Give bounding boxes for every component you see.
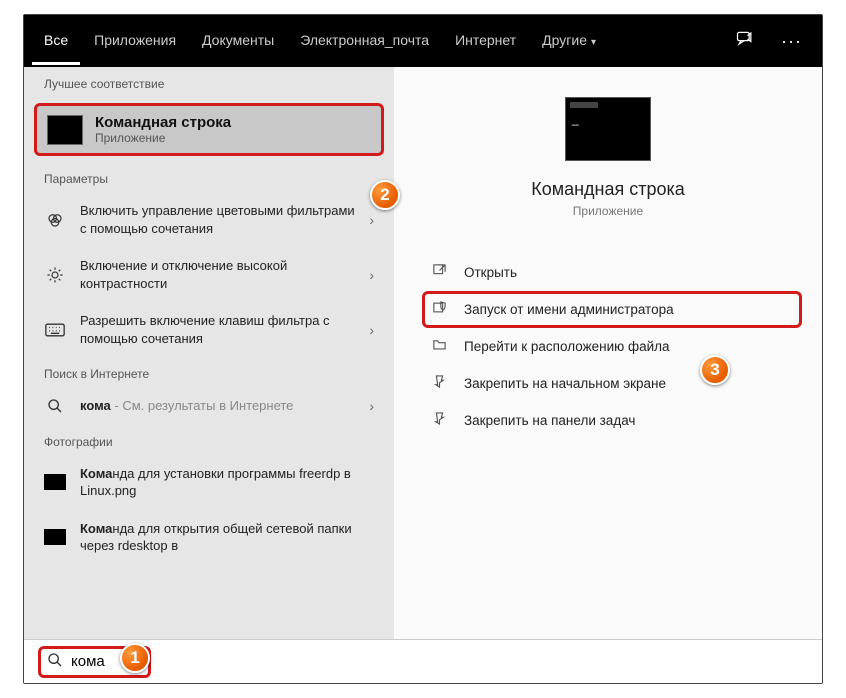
cmd-large-icon (565, 97, 651, 161)
setting-label: Включить управление цветовыми фильтрами … (80, 202, 355, 237)
best-match-subtitle: Приложение (95, 131, 231, 145)
annotation-badge-1: 1 (120, 643, 150, 673)
setting-label: Разрешить включение клавиш фильтра с пом… (80, 312, 355, 347)
section-settings: Параметры (24, 162, 394, 192)
chevron-right-icon: › (369, 212, 374, 228)
chevron-right-icon: › (369, 398, 374, 414)
image-thumb-icon (44, 474, 66, 490)
chevron-right-icon: › (369, 267, 374, 283)
web-search-label: кома - См. результаты в Интернете (80, 397, 355, 415)
chevron-right-icon: › (369, 322, 374, 338)
setting-label: Включение и отключение высокой контрастн… (80, 257, 355, 292)
best-match-cmd[interactable]: Командная строка Приложение (34, 103, 384, 156)
search-icon (47, 652, 63, 672)
tab-internet[interactable]: Интернет (443, 18, 528, 65)
brightness-icon (44, 266, 66, 284)
tab-email[interactable]: Электронная_почта (288, 18, 441, 65)
preview-title: Командная строка (531, 179, 685, 200)
pin-start-icon (430, 374, 448, 393)
open-icon (430, 263, 448, 282)
action-label: Открыть (464, 265, 517, 280)
more-icon[interactable]: ··· (769, 31, 814, 52)
section-photos: Фотографии (24, 425, 394, 455)
annotation-badge-2: 2 (370, 180, 400, 210)
pin-taskbar-icon (430, 411, 448, 430)
cmd-icon (47, 115, 83, 145)
setting-filter-keys[interactable]: Разрешить включение клавиш фильтра с пом… (24, 302, 394, 357)
action-label: Запуск от имени администратора (464, 302, 674, 317)
feedback-icon[interactable] (723, 29, 767, 54)
action-label: Перейти к расположению файла (464, 339, 670, 354)
action-pin-start[interactable]: Закрепить на начальном экране (422, 365, 802, 402)
search-window: Все Приложения Документы Электронная_поч… (23, 14, 823, 684)
admin-shield-icon (430, 300, 448, 319)
results-panel: Лучшее соответствие Командная строка При… (24, 67, 394, 639)
category-tabs: Все Приложения Документы Электронная_поч… (24, 15, 822, 67)
action-pin-taskbar[interactable]: Закрепить на панели задач (422, 402, 802, 439)
color-filter-icon (44, 211, 66, 229)
tab-docs[interactable]: Документы (190, 18, 286, 65)
section-web: Поиск в Интернете (24, 357, 394, 387)
folder-icon (430, 337, 448, 356)
photo-label: Команда для открытия общей сетевой папки… (80, 520, 374, 555)
image-thumb-icon (44, 529, 66, 545)
preview-panel: Командная строка Приложение Открыть Запу… (394, 67, 822, 639)
photo-label: Команда для установки программы freerdp … (80, 465, 374, 500)
action-run-as-admin[interactable]: Запуск от имени администратора (422, 291, 802, 328)
search-icon (44, 398, 66, 414)
chevron-down-icon: ▾ (591, 37, 596, 48)
action-open[interactable]: Открыть (422, 254, 802, 291)
setting-color-filters[interactable]: Включить управление цветовыми фильтрами … (24, 192, 394, 247)
tab-all[interactable]: Все (32, 18, 80, 65)
action-open-location[interactable]: Перейти к расположению файла (422, 328, 802, 365)
annotation-badge-3: 3 (700, 355, 730, 385)
tab-apps[interactable]: Приложения (82, 18, 188, 65)
actions-list: Открыть Запуск от имени администратора П… (414, 254, 802, 439)
web-search-result[interactable]: кома - См. результаты в Интернете › (24, 387, 394, 425)
keyboard-icon (44, 323, 66, 337)
action-label: Закрепить на начальном экране (464, 376, 666, 391)
photo-result-2[interactable]: Команда для открытия общей сетевой папки… (24, 510, 394, 565)
setting-high-contrast[interactable]: Включение и отключение высокой контрастн… (24, 247, 394, 302)
action-label: Закрепить на панели задач (464, 413, 635, 428)
tab-other[interactable]: Другие▾ (530, 18, 608, 65)
photo-result-1[interactable]: Команда для установки программы freerdp … (24, 455, 394, 510)
best-match-title: Командная строка (95, 114, 231, 131)
section-best-match: Лучшее соответствие (24, 67, 394, 97)
preview-subtitle: Приложение (573, 204, 643, 218)
